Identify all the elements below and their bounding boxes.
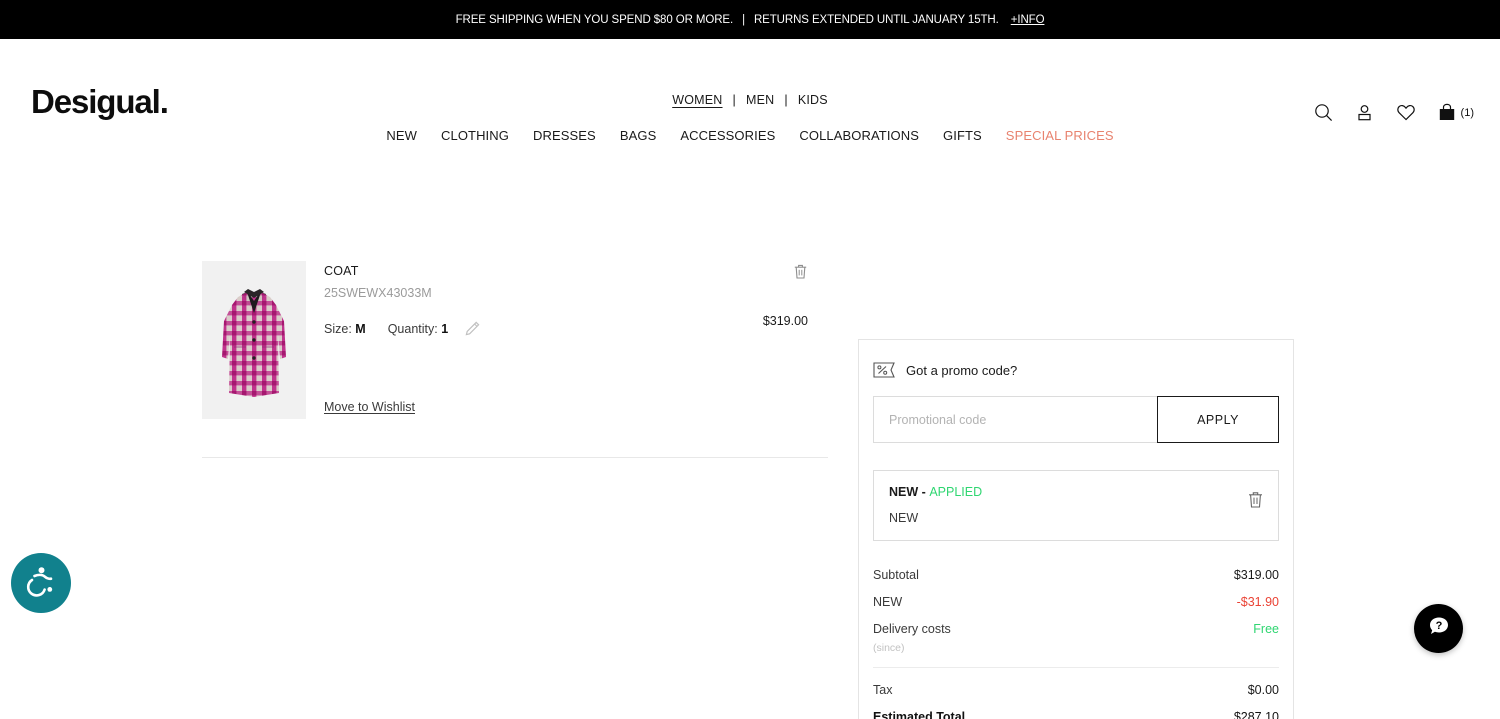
order-summary-card: Got a promo code? APPLY NEW - APPLIED NE…	[858, 339, 1294, 719]
banner-shipping-text: FREE SHIPPING WHEN YOU SPEND $80 OR MORE…	[455, 13, 734, 26]
gender-nav-separator-1: |	[732, 93, 736, 107]
promo-input-row: APPLY	[873, 396, 1279, 443]
product-info: COAT 25SWEWX43033M Size: M Quantity: 1 $…	[306, 261, 828, 419]
coupon-ticket-icon	[873, 362, 895, 378]
applied-promo-code: NEW	[889, 511, 919, 525]
tax-value: $0.00	[1247, 683, 1279, 697]
total-row-delivery: Delivery costs Free	[873, 622, 1279, 636]
applied-promo-name: NEW	[889, 485, 919, 499]
site-header: Desigual. WOMEN | MEN | KIDS NEW CLOTHIN…	[0, 39, 1500, 143]
product-name[interactable]: COAT	[324, 264, 828, 278]
remove-item-trash-icon[interactable]	[793, 263, 808, 285]
page-body: COAT 25SWEWX43033M Size: M Quantity: 1 $…	[0, 117, 1500, 719]
estimated-total-label: Estimated Total	[873, 710, 966, 719]
gender-nav-women[interactable]: WOMEN	[672, 93, 722, 107]
help-question-icon: ?	[1426, 613, 1452, 644]
promotional-code-input[interactable]	[874, 397, 1157, 442]
cart-divider	[202, 457, 828, 458]
total-row-estimated-total: Estimated Total $287.10	[873, 710, 1279, 719]
gender-nav-kids[interactable]: KIDS	[798, 93, 828, 107]
delivery-value: Free	[1253, 622, 1279, 636]
help-chat-button[interactable]: ?	[1414, 604, 1463, 653]
gender-nav-men[interactable]: MEN	[746, 93, 774, 107]
promo-banner: FREE SHIPPING WHEN YOU SPEND $80 OR MORE…	[0, 0, 1500, 39]
remove-promo-trash-icon[interactable]	[1247, 490, 1264, 514]
apply-promo-button[interactable]: APPLY	[1157, 396, 1279, 443]
product-size-label: Size:	[324, 321, 352, 336]
total-row-tax: Tax $0.00	[873, 683, 1279, 697]
product-price: $319.00	[762, 314, 808, 328]
subtotal-label: Subtotal	[873, 568, 919, 582]
product-quantity-value: 1	[441, 321, 449, 336]
order-totals: Subtotal $319.00 NEW -$31.90 Delivery co…	[873, 568, 1279, 719]
cart-item-row: COAT 25SWEWX43033M Size: M Quantity: 1 $…	[202, 261, 828, 419]
accessibility-widget-button[interactable]	[11, 553, 71, 613]
applied-promo-title: NEW - APPLIED	[889, 485, 1263, 499]
move-to-wishlist-link[interactable]: Move to Wishlist	[324, 400, 415, 414]
svg-text:?: ?	[1435, 620, 1442, 632]
delivery-note: (since)	[873, 642, 905, 654]
totals-divider	[873, 667, 1279, 668]
total-row-discount: NEW -$31.90	[873, 595, 1279, 609]
promo-code-heading: Got a promo code?	[873, 356, 1279, 378]
gender-nav-separator-2: |	[784, 93, 788, 107]
discount-label: NEW	[873, 595, 903, 609]
product-size-value: M	[355, 321, 366, 336]
banner-info-link[interactable]: +INFO	[1011, 14, 1045, 26]
applied-promo-status: APPLIED	[929, 485, 983, 499]
discount-value: -$31.90	[1236, 595, 1279, 609]
product-quantity: Quantity: 1	[388, 322, 448, 336]
estimated-total-value: $287.10	[1233, 710, 1279, 719]
promo-heading-label: Got a promo code?	[906, 362, 1018, 378]
delivery-label: Delivery costs	[873, 622, 951, 636]
product-quantity-label: Quantity:	[387, 321, 438, 336]
banner-returns-text: RETURNS EXTENDED UNTIL JANUARY 15TH.	[753, 13, 999, 26]
total-row-subtotal: Subtotal $319.00	[873, 568, 1279, 582]
product-size: Size: M	[324, 322, 366, 336]
product-attributes: Size: M Quantity: 1	[324, 320, 828, 337]
subtotal-value: $319.00	[1233, 568, 1279, 582]
cart-items-column: COAT 25SWEWX43033M Size: M Quantity: 1 $…	[202, 261, 828, 458]
pencil-icon[interactable]	[464, 320, 481, 337]
product-sku: 25SWEWX43033M	[324, 286, 432, 300]
tax-label: Tax	[873, 683, 893, 697]
banner-separator: |	[742, 13, 745, 26]
applied-promo-box: NEW - APPLIED NEW	[873, 470, 1279, 541]
accessibility-wheelchair-icon	[24, 564, 58, 603]
gender-nav: WOMEN | MEN | KIDS	[0, 93, 1500, 107]
applied-promo-dash: -	[921, 485, 926, 499]
product-image[interactable]	[202, 261, 306, 419]
